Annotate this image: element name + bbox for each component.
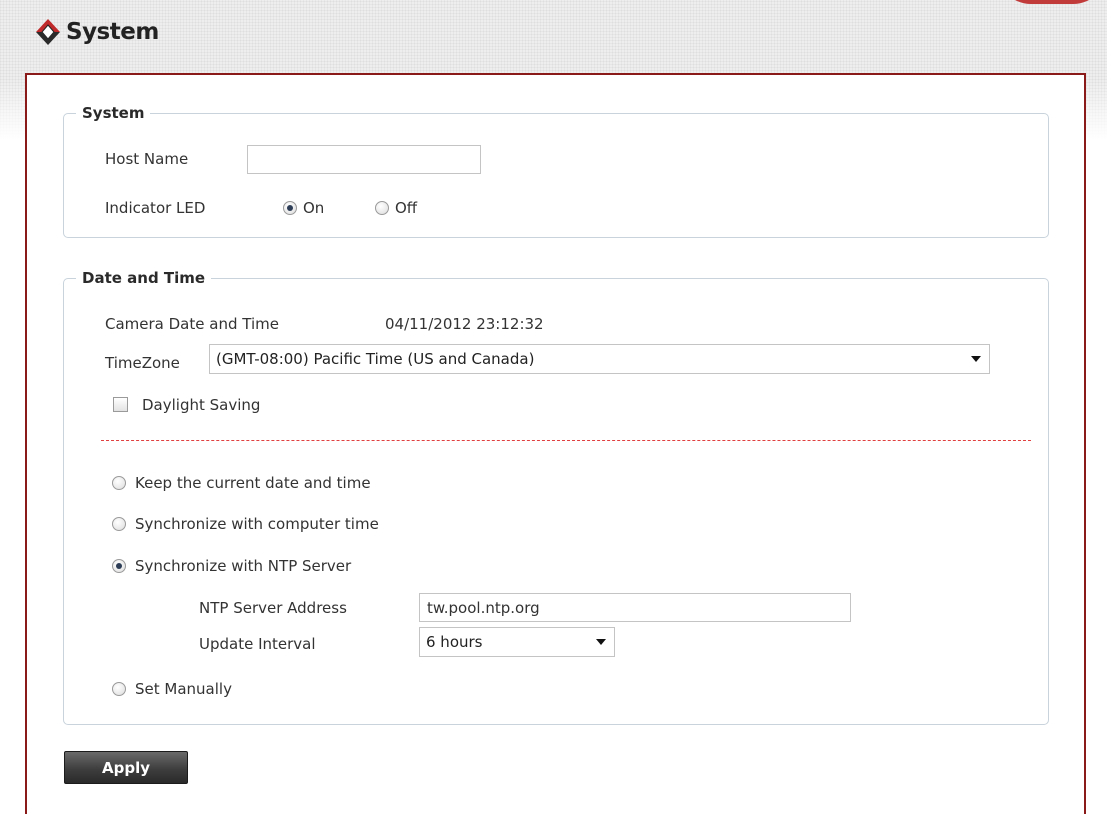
section-divider — [101, 440, 1031, 441]
system-section: System — [63, 104, 1049, 238]
chevron-down-icon — [596, 639, 606, 645]
led-off-radio[interactable] — [375, 201, 389, 215]
led-on-label: On — [303, 199, 325, 217]
update-interval-value: 6 hours — [426, 633, 483, 651]
daylight-saving-label: Daylight Saving — [142, 396, 261, 414]
header-accent — [997, 0, 1107, 4]
camera-datetime-value: 04/11/2012 23:12:32 — [385, 315, 544, 333]
system-section-title: System — [82, 104, 145, 122]
set-manually-label: Set Manually — [135, 680, 232, 698]
ntp-address-label: NTP Server Address — [199, 599, 347, 617]
page-header: System — [34, 12, 159, 52]
led-on-radio[interactable] — [283, 201, 297, 215]
daylight-saving-checkbox[interactable] — [113, 397, 128, 412]
update-interval-select[interactable]: 6 hours — [419, 627, 615, 657]
keep-current-label: Keep the current date and time — [135, 474, 371, 492]
host-name-label: Host Name — [105, 150, 189, 168]
sync-ntp-radio[interactable] — [112, 559, 126, 573]
sync-computer-label: Synchronize with computer time — [135, 515, 379, 533]
led-off-label: Off — [395, 199, 418, 217]
ntp-address-input[interactable]: tw.pool.ntp.org — [419, 593, 851, 622]
update-interval-label: Update Interval — [199, 635, 316, 653]
apply-button[interactable]: Apply — [64, 751, 188, 784]
indicator-led-label: Indicator LED — [105, 199, 206, 217]
page-title: System — [66, 19, 159, 45]
keep-current-radio[interactable] — [112, 476, 126, 490]
settings-panel: System Host Name Indicator LED On Off Da… — [25, 73, 1086, 814]
timezone-select[interactable]: (GMT-08:00) Pacific Time (US and Canada) — [209, 344, 990, 374]
sync-computer-radio[interactable] — [112, 517, 126, 531]
brand-logo-icon — [36, 19, 60, 45]
timezone-value: (GMT-08:00) Pacific Time (US and Canada) — [216, 350, 535, 368]
set-manually-radio[interactable] — [112, 682, 126, 696]
date-time-section-title: Date and Time — [82, 269, 206, 287]
timezone-label: TimeZone — [105, 354, 180, 372]
camera-datetime-label: Camera Date and Time — [105, 315, 279, 333]
sync-ntp-label: Synchronize with NTP Server — [135, 557, 352, 575]
host-name-input[interactable] — [247, 145, 481, 174]
chevron-down-icon — [971, 356, 981, 362]
